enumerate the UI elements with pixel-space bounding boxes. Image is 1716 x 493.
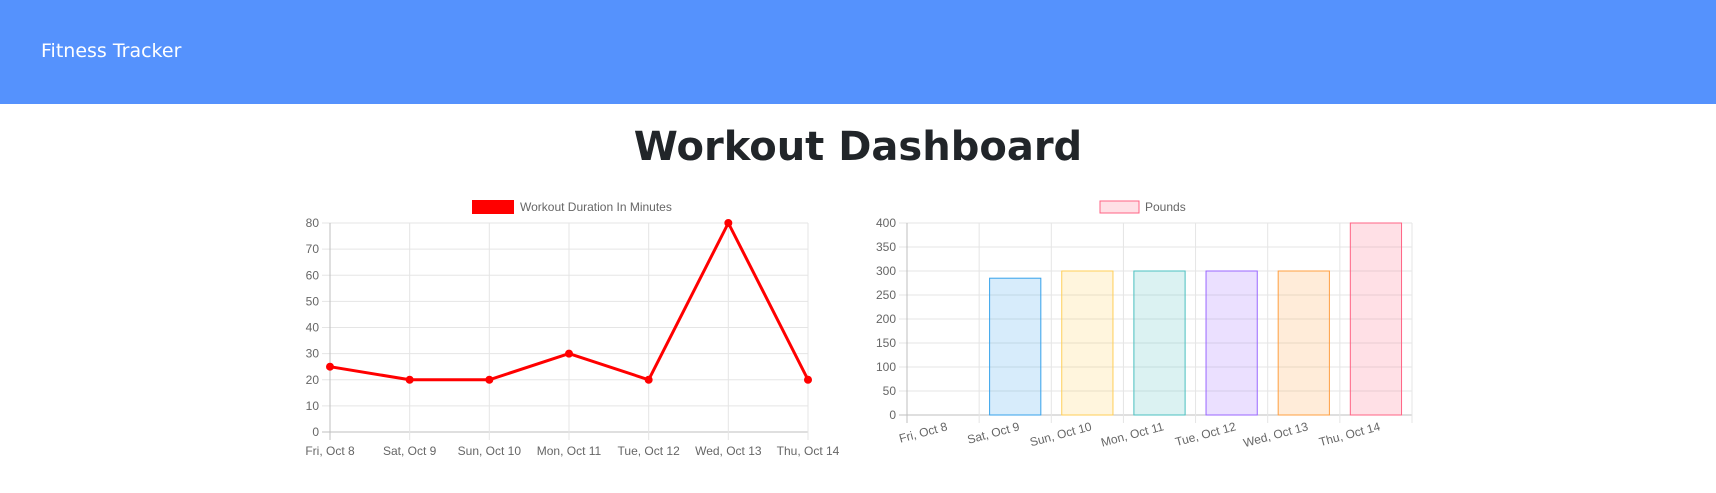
navbar: Fitness Tracker [0,0,1716,104]
legend-label: Pounds [1145,200,1186,214]
bar [1349,222,1403,416]
y-tick-label: 50 [883,384,897,398]
bar [1205,270,1258,416]
y-tick-label: 400 [876,216,896,230]
legend-swatch [1099,200,1140,214]
brand-link[interactable]: Fitness Tracker [41,40,181,62]
y-tick-label: 200 [876,312,896,326]
x-tick-label: Mon, Oct 11 [1099,419,1165,449]
x-tick-label: Tue, Oct 12 [1174,419,1238,449]
y-tick-label: 300 [876,264,896,278]
bar [1133,270,1186,416]
page-title: Workout Dashboard [633,124,1083,170]
x-tick-label: Sun, Oct 10 [1028,419,1093,449]
bar [1277,270,1330,416]
x-tick-label: Sat, Oct 9 [966,419,1021,446]
pounds-bar-chart: Pounds 0 50 100 150 200 250 300 350 400 Fri, Oct 8… [876,200,1413,450]
x-tick-label: Thu, Oct 14 [1318,419,1382,449]
x-tick-label: Wed, Oct 13 [1242,419,1310,450]
bar [1061,270,1114,416]
y-tick-label: 350 [876,240,896,254]
y-tick-label: 150 [876,336,896,350]
y-tick-label: 0 [889,408,896,422]
x-tick-label: Fri, Oct 8 [898,419,950,445]
y-tick-label: 100 [876,360,896,374]
y-tick-label: 250 [876,288,896,302]
bar [989,277,1042,416]
